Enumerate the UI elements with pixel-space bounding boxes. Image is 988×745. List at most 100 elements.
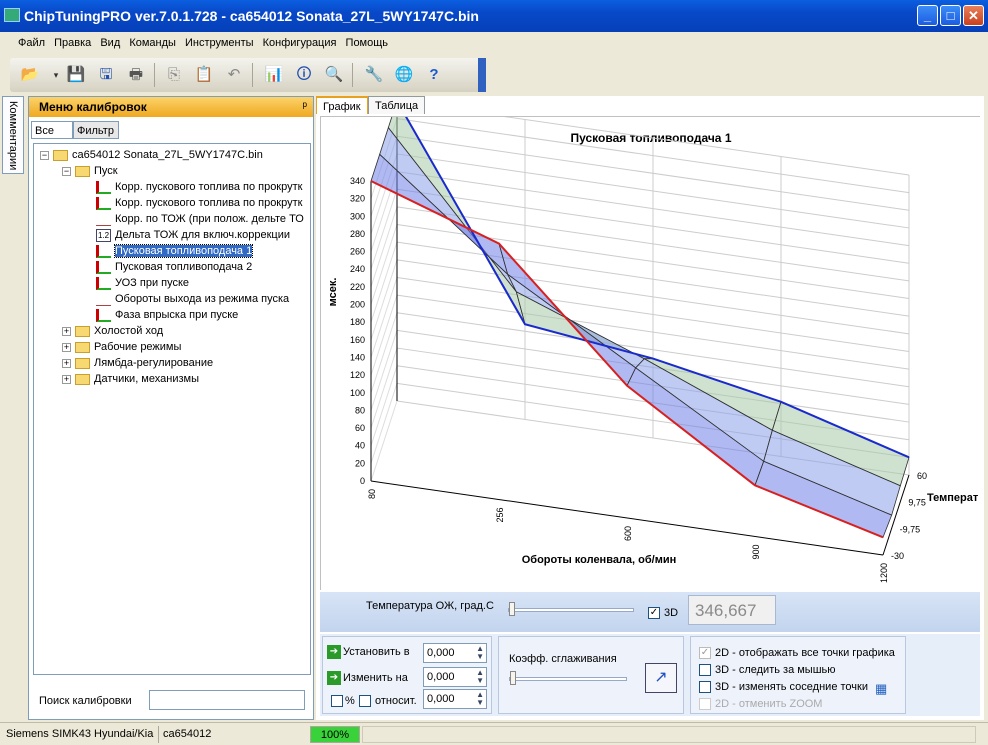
tree-group[interactable]: + Датчики, механизмы [62,372,199,388]
relative-checkbox[interactable] [359,695,371,707]
minimize-button[interactable]: _ [917,5,938,26]
relative-field[interactable]: 0,000 ▲ ▼ [423,689,487,709]
y-tick-label: 40 [355,441,365,451]
compare-icon[interactable]: 📊 [262,63,286,87]
tree-group[interactable]: + Рабочие режимы [62,340,181,356]
option-3d-neighbors-label: 3D - изменять соседние точки [715,681,868,693]
tree-root[interactable]: − ca654012 Sonata_27L_5WY1747C.bin [40,148,263,164]
calibration-panel-title: Меню калибровок [39,100,147,114]
tab-graph[interactable]: График [316,96,368,114]
smooth-apply-button[interactable]: ↗ [645,663,677,693]
info-icon[interactable]: 🛈 [292,63,316,87]
change-value-button[interactable]: ➔ Изменить на [327,671,408,685]
y-tick-label: 280 [350,229,365,239]
collapse-icon[interactable]: − [62,166,71,176]
options-group: ✓ 2D - отображать все точки графика 3D -… [690,636,906,714]
temp-slider[interactable] [508,602,634,616]
smoothing-slider[interactable] [509,671,627,685]
menu-tools[interactable]: Инструменты [182,32,257,49]
calibration-tree: − ca654012 Sonata_27L_5WY1747C.bin − Пуск … [33,143,311,675]
folder-icon [53,149,68,161]
expand-icon[interactable]: + [62,342,71,352]
tree-item[interactable]: Корр. пускового топлива по прокрутк [96,180,302,196]
undo-icon[interactable]: ↶ [222,63,246,87]
y-tick-label: 340 [350,176,365,186]
x-tick-label: 600 [623,526,633,541]
change-value-field[interactable]: 0,000 ▲ ▼ [423,667,487,687]
check-3d[interactable]: ✓ [648,607,660,619]
expand-icon[interactable]: + [62,358,71,368]
temp-slider-thumb[interactable] [509,602,515,616]
menu-edit[interactable]: Правка [51,32,94,49]
open-folder-icon[interactable]: 📂 [18,63,42,87]
close-button[interactable]: ✕ [963,5,984,26]
menu-help[interactable]: Помощь [343,32,392,49]
spin-icon[interactable]: ▲ ▼ [476,645,484,661]
expand-icon[interactable]: + [62,374,71,384]
option-3d-neighbors[interactable] [699,681,711,693]
save-as-icon[interactable]: 🖫 [94,63,118,87]
chart-red-icon [96,260,111,274]
status-empty [362,726,976,743]
tree-item[interactable]: Корр. по ТОЖ (при полож. дельте ТО [96,212,304,228]
collapse-icon[interactable]: − [40,150,49,160]
menu-view[interactable]: Вид [97,32,123,49]
tree-group-start[interactable]: − Пуск [62,164,118,180]
percent-checkbox[interactable] [331,695,343,707]
spin-icon[interactable]: ▲ ▼ [476,669,484,685]
calibration-panel-header: Меню калибровок ᵖ [29,97,313,117]
pin-icon[interactable]: ᵖ [302,99,307,113]
option-2d-cancel-zoom-label: 2D - отменить ZOOM [715,698,823,710]
set-value-button[interactable]: ➔ Установить в [327,645,410,659]
smoothing-slider-thumb[interactable] [510,671,516,685]
menu-file[interactable]: Файл [15,32,48,49]
network-icon[interactable]: 🌐 [392,63,416,87]
tree-group[interactable]: + Лямбда-регулирование [62,356,213,372]
option-2d-cancel-zoom[interactable] [699,698,711,710]
search-area: Поиск калибровки [31,687,311,717]
search-icon[interactable]: 🔍 [322,63,346,87]
set-value-field[interactable]: 0,000 ▲ ▼ [423,643,487,663]
tree-item[interactable]: Фаза впрыска при пуске [96,308,238,324]
tree-group[interactable]: + Холостой ход [62,324,163,340]
curve-icon [96,293,111,306]
expand-icon[interactable]: + [62,326,71,336]
grid-icon[interactable]: ▦ [875,681,887,697]
y-tick-label: 0 [360,476,365,486]
menu-config[interactable]: Конфигурация [260,32,340,49]
chart-area[interactable]: Пусковая топливоподача 10204060801001201… [320,116,981,591]
toolbar: 📂 ▾ 💾 🖫 🖶 ⎘ 📋 ↶ 📊 🛈 🔍 🔧 🌐 ? [10,58,486,92]
option-3d-follow-mouse[interactable] [699,664,711,676]
tree-item[interactable]: УОЗ при пуске [96,276,189,292]
menu-commands[interactable]: Команды [126,32,179,49]
search-input[interactable] [149,690,305,710]
tab-table[interactable]: Таблица [368,96,426,114]
print-icon[interactable]: 🖶 [124,63,148,87]
comments-tab[interactable]: Комментарии [2,96,24,174]
toolbar-grip[interactable] [478,58,486,92]
filter-all-tab[interactable]: Все [31,121,73,139]
tree-item-selected[interactable]: Пусковая топливоподача 1 [96,244,254,260]
tree-item[interactable]: 1.2 Дельта ТОЖ для включ.коррекции [96,228,290,244]
maximize-button[interactable]: □ [940,5,961,26]
paste-icon[interactable]: 📋 [192,63,216,87]
curve-pen-icon: ↗ [654,669,668,686]
folder-open-icon [75,165,90,177]
depth-tick-label: 9,75 [908,498,926,508]
settings-icon[interactable]: 🔧 [362,63,386,87]
help-icon[interactable]: ? [422,63,446,87]
save-icon[interactable]: 💾 [64,63,88,87]
option-2d-all-points[interactable]: ✓ [699,647,711,659]
curve-icon [96,213,111,226]
tree-item[interactable]: Корр. пускового топлива по прокрутк [96,196,302,212]
filter-tab[interactable]: Фильтр [73,121,119,139]
spin-icon[interactable]: ▲ ▼ [476,691,484,707]
y-tick-label: 260 [350,247,365,257]
tree-item[interactable]: Пусковая топливоподача 2 [96,260,252,276]
copy-icon[interactable]: ⎘ [162,63,186,87]
surface-chart[interactable]: Пусковая топливоподача 10204060801001201… [321,117,981,591]
tree-item[interactable]: Обороты выхода из режима пуска [96,292,289,308]
y-tick-label: 20 [355,458,365,468]
arrow-right-icon: ➔ [327,645,341,659]
y-tick-label: 160 [350,335,365,345]
